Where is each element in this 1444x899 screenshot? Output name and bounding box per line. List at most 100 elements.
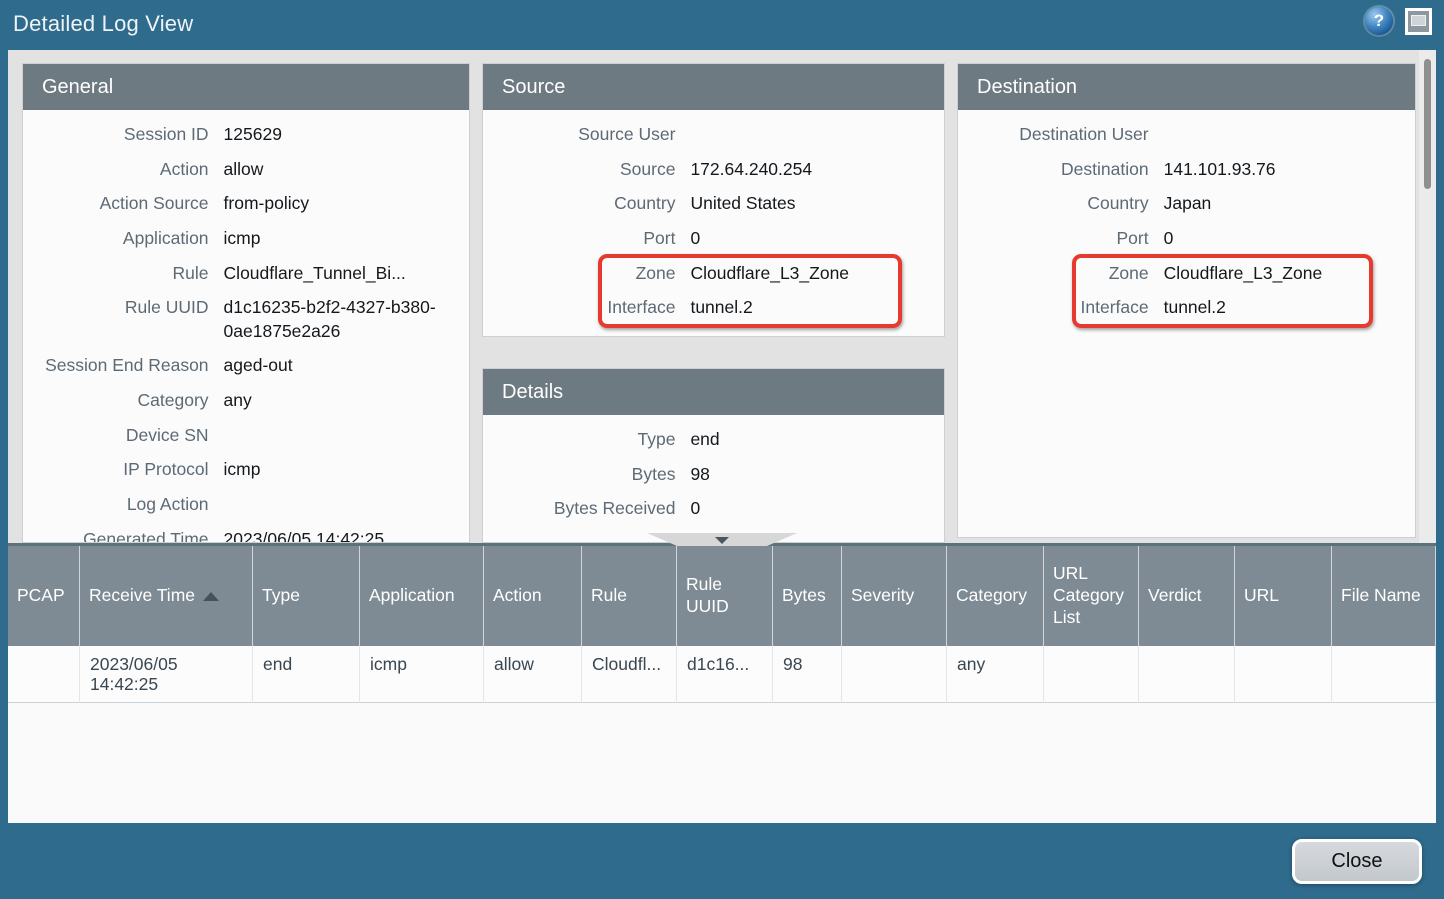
help-icon[interactable]: ? [1365,7,1393,35]
column-header-label: Type [262,585,300,607]
field-value-source: 172.64.240.254 [690,158,934,182]
scrollbar-thumb[interactable] [1424,59,1431,189]
detailed-log-view-dialog: Detailed Log View ? General Session ID12… [0,0,1444,899]
column-header-label: URL Category List [1053,563,1132,629]
field-row-session-id: Session ID125629 [23,118,469,153]
cell-url [1235,646,1332,703]
column-header-label: Rule UUID [686,574,766,618]
vertical-scrollbar[interactable] [1419,50,1436,543]
column-header-label: File Name [1341,585,1421,607]
log-table-header-row: PCAPReceive Time Type ApplicationAction Rul… [8,546,1436,646]
field-label-destination-user: Destination User [958,123,1164,147]
source-panel-title: Source [483,64,944,110]
field-value-bytes: 98 [690,463,934,487]
field-value-type: end [690,428,934,452]
column-header-label: Bytes [782,585,826,607]
column-header-pcap[interactable]: PCAP [8,546,80,646]
column-header-type[interactable]: Type [253,546,360,646]
details-panel: Details TypeendBytes98Bytes Received0 [482,368,945,543]
field-label-rule: Rule [23,262,224,286]
column-header-action[interactable]: Action [484,546,582,646]
close-button[interactable]: Close [1292,839,1422,884]
field-value-port: 0 [690,227,934,251]
field-row-port: Port0 [958,222,1415,257]
cell-receive-time: 2023/06/05 14:42:25 [80,646,253,703]
column-header-label: Category [956,585,1027,607]
column-header-severity[interactable]: Severity [842,546,947,646]
column-header-label: Rule [591,585,627,607]
field-value-action: allow [224,158,459,182]
cell-action: allow [484,646,582,703]
column-header-rule-uuid[interactable]: Rule UUID [677,546,773,646]
field-row-bytes: Bytes98 [483,458,944,493]
field-value-ip-protocol: icmp [224,458,459,482]
table-row[interactable]: 2023/06/05 14:42:25endicmpallowCloudfl..… [8,646,1436,703]
destination-panel: Destination Destination User Destination1… [957,63,1416,538]
cell-verdict [1139,646,1235,703]
column-header-receive-time[interactable]: Receive Time [80,546,253,646]
field-label-source: Source [483,158,690,182]
field-value-port: 0 [1164,227,1405,251]
field-label-source-user: Source User [483,123,690,147]
general-panel-title: General [23,64,469,110]
field-value-zone: Cloudflare_L3_Zone [1164,262,1405,286]
column-header-bytes[interactable]: Bytes [773,546,842,646]
field-value-country: Japan [1164,192,1405,216]
field-value-action-source: from-policy [224,192,459,216]
dialog-footer: Close [0,823,1444,899]
titlebar: Detailed Log View ? [0,0,1444,50]
field-value-session-id: 125629 [224,123,459,147]
field-label-category: Category [23,389,224,413]
column-header-rule[interactable]: Rule [582,546,677,646]
column-header-url-category-list[interactable]: URL Category List [1044,546,1139,646]
cell-severity [842,646,947,703]
highlighted-fields-group: ZoneCloudflare_L3_ZoneInterfacetunnel.2 [483,257,944,326]
field-row-destination: Destination141.101.93.76 [958,153,1415,188]
middle-column: Source Source UserSource172.64.240.254Co… [482,63,945,543]
log-table-body: 2023/06/05 14:42:25endicmpallowCloudfl..… [8,646,1436,703]
column-header-label: Severity [851,585,914,607]
cell-file-name [1332,646,1436,703]
field-label-application: Application [23,227,224,251]
field-row-application: Applicationicmp [23,222,469,257]
chevron-down-icon [715,537,729,544]
field-row-interface: Interfacetunnel.2 [483,291,944,326]
source-panel-body: Source UserSource172.64.240.254CountryUn… [483,110,944,326]
destination-panel-body: Destination User Destination141.101.93.76… [958,110,1415,326]
field-label-action-source: Action Source [23,192,224,216]
field-value-application: icmp [224,227,459,251]
cell-type: end [253,646,360,703]
field-value-interface: tunnel.2 [1164,296,1405,320]
field-label-zone: Zone [958,262,1164,286]
column-header-url[interactable]: URL [1235,546,1332,646]
field-row-rule-uuid: Rule UUIDd1c16235-b2f2-4327-b380-0ae1875… [23,291,469,349]
cell-url-category-list [1044,646,1139,703]
details-panel-title: Details [483,369,944,415]
field-value-destination: 141.101.93.76 [1164,158,1405,182]
field-value-category: any [224,389,459,413]
column-header-category[interactable]: Category [947,546,1044,646]
column-header-verdict[interactable]: Verdict [1139,546,1235,646]
page-title: Detailed Log View [13,11,193,37]
field-label-zone: Zone [483,262,690,286]
cell-rule: Cloudfl... [582,646,677,703]
field-value-rule: Cloudflare_Tunnel_Bi... [224,262,459,286]
field-label-destination: Destination [958,158,1164,182]
field-row-generated-time: Generated Time2023/06/05 14:42:25 [23,523,469,544]
field-value-interface: tunnel.2 [690,296,934,320]
field-row-rule: RuleCloudflare_Tunnel_Bi... [23,257,469,292]
field-row-interface: Interfacetunnel.2 [958,291,1415,326]
column-header-file-name[interactable]: File Name [1332,546,1436,646]
field-label-log-action: Log Action [23,493,224,517]
field-row-destination-user: Destination User [958,118,1415,153]
cell-pcap [8,646,80,703]
column-header-application[interactable]: Application [360,546,484,646]
general-panel: General Session ID125629Actionallow Actio… [22,63,470,543]
field-label-bytes-received: Bytes Received [483,497,690,521]
field-row-device-sn: Device SN [23,419,469,454]
window-restore-icon[interactable] [1405,8,1432,35]
field-row-type: Typeend [483,423,944,458]
field-row-action: Actionallow [23,153,469,188]
field-value-country: United States [690,192,934,216]
highlighted-fields-group: ZoneCloudflare_L3_Zone Interfacetunnel.2 [958,257,1415,326]
